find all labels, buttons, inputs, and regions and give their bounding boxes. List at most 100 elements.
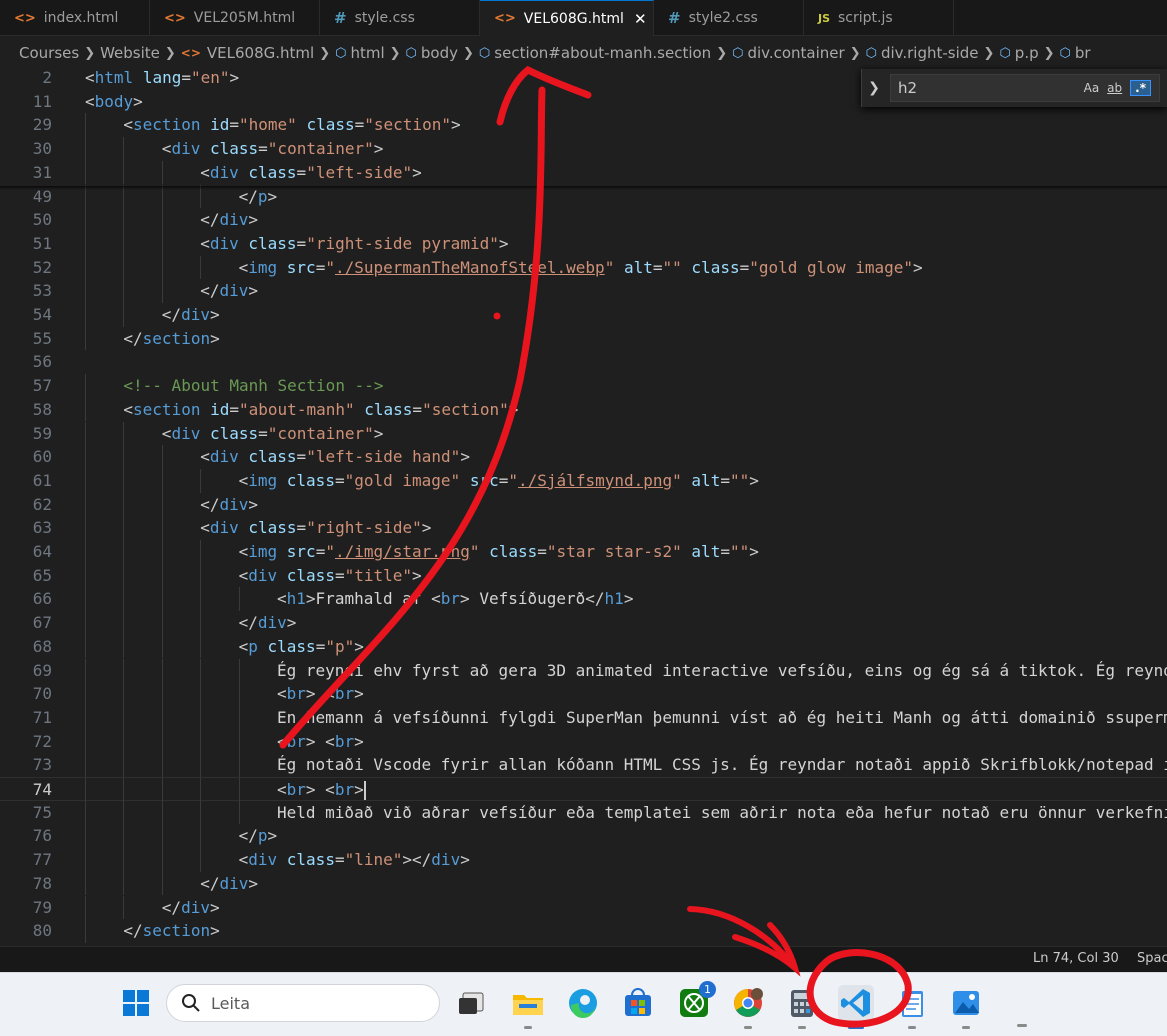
calculator-button[interactable]	[784, 985, 820, 1029]
tab-script-js[interactable]: JS script.js	[804, 0, 954, 36]
code-line[interactable]: 69 Ég reyndi ehv fyrst að gera 3D animate…	[0, 658, 1167, 683]
code-line[interactable]: 29 <section id="home" class="section">	[0, 113, 1167, 138]
code-token: =	[296, 518, 307, 538]
photos-button[interactable]	[948, 985, 984, 1029]
code-line[interactable]: 51 <div class="right-side pyramid">	[0, 231, 1167, 256]
code-token: <	[238, 636, 249, 656]
code-line[interactable]: 72 <br> <br>	[0, 729, 1167, 754]
code-line[interactable]: 64 <img src="./img/star.png" class="star …	[0, 540, 1167, 564]
code-line[interactable]: 55 </section>	[0, 326, 1167, 351]
indent-guide	[85, 729, 86, 754]
whole-word-toggle[interactable]: ab	[1107, 81, 1122, 95]
code-line[interactable]: 80 </section>	[0, 919, 1167, 943]
breadcrumb-item-website[interactable]: Website ❯	[100, 44, 181, 62]
code-line[interactable]: 76 </p>	[0, 824, 1167, 849]
code-line[interactable]: 30 <div class="container">	[0, 137, 1167, 161]
code-line[interactable]: 65 <div class="title">	[0, 563, 1167, 588]
indent-guide	[200, 824, 202, 849]
code-line[interactable]: 56	[0, 350, 1167, 374]
code-token: >	[229, 68, 240, 87]
indent-guide	[123, 516, 125, 540]
code-line[interactable]: 50 </div>	[0, 208, 1167, 232]
code-line[interactable]: 61 <img class="gold image" src="./Sjálfsm…	[0, 468, 1167, 493]
code-line[interactable]: 60 <div class="left-side hand">	[0, 445, 1167, 469]
breadcrumb-item-right-side[interactable]: ⬡ div.right-side ❯	[866, 44, 1000, 62]
code-line[interactable]: 66 <h1>Framhald af <br> Vefsíðugerð</h1>	[0, 587, 1167, 612]
code-line[interactable]: 57 <!-- About Manh Section -->	[0, 374, 1167, 398]
match-case-toggle[interactable]: Aa	[1084, 81, 1100, 95]
running-indicator	[798, 1026, 806, 1029]
code-token: >	[508, 399, 519, 419]
indent-guide	[200, 563, 202, 588]
code-line[interactable]: 58 <section id="about-manh" class="sectio…	[0, 397, 1167, 422]
breadcrumb-item-html[interactable]: ⬡ html ❯	[335, 44, 405, 62]
tab-index-html[interactable]: <> index.html	[0, 0, 150, 36]
code-line[interactable]: 62 </div>	[0, 492, 1167, 517]
code-line[interactable]: 70 <br> <br>	[0, 682, 1167, 706]
code-text: En hemann á vefsíðunni fylgdi SuperMan þ…	[277, 706, 1167, 730]
taskbar-search[interactable]: Leita	[166, 984, 440, 1022]
code-token: class	[209, 423, 259, 443]
code-line[interactable]: 54 </div>	[0, 303, 1167, 327]
vscode-button[interactable]	[838, 985, 874, 1029]
code-token: img	[248, 542, 278, 561]
code-token: =	[739, 257, 750, 277]
running-indicator	[908, 1026, 916, 1029]
xbox-button[interactable]: 1	[676, 981, 716, 1021]
start-button[interactable]	[118, 985, 154, 1021]
notepad-button[interactable]	[894, 985, 930, 1029]
indent-guide	[85, 231, 86, 256]
code-line[interactable]: 67 </div>	[0, 611, 1167, 635]
code-line[interactable]: 77 <div class="line"></div>	[0, 848, 1167, 872]
breadcrumb-item-section[interactable]: ⬡ section#about-manh.section ❯	[479, 44, 732, 62]
code-line[interactable]: 52 <img src="./SupermanTheManofSteel.webp…	[0, 255, 1167, 280]
tab-vel205m-html[interactable]: <> VEL205M.html	[150, 0, 320, 36]
code-line[interactable]: 78 </div>	[0, 871, 1167, 896]
regex-toggle[interactable]: .*	[1130, 80, 1151, 96]
tab-vel608g-html[interactable]: <> VEL608G.html ✕	[480, 0, 654, 36]
code-line[interactable]: 31 <div class="left-side">	[0, 160, 1167, 185]
code-line[interactable]: 73 Ég notaði Vscode fyrir allan kóðann HT…	[0, 753, 1167, 777]
code-line[interactable]: 63 <div class="right-side">	[0, 516, 1167, 540]
line-number: 57	[32, 376, 52, 396]
breadcrumb-item-br[interactable]: ⬡ br	[1060, 44, 1091, 62]
edge-button[interactable]	[565, 985, 601, 1021]
breadcrumb-item-file[interactable]: <> VEL608G.html ❯	[181, 44, 335, 62]
code-line[interactable]: 53 </div>	[0, 279, 1167, 303]
chrome-button[interactable]	[730, 985, 766, 1029]
find-input[interactable]: h2 Aa ab .*	[890, 74, 1160, 102]
store-button[interactable]	[620, 985, 656, 1021]
close-icon[interactable]: ✕	[634, 10, 647, 28]
indent-guide	[161, 587, 163, 612]
breadcrumb-item-p[interactable]: ⬡ p.p ❯	[999, 44, 1059, 62]
line-number: 50	[32, 210, 52, 230]
breadcrumb-item-container[interactable]: ⬡ div.container ❯	[732, 44, 866, 62]
code-token: h1	[604, 589, 624, 609]
indent-guide	[85, 279, 86, 303]
code-line[interactable]: 79 </div>	[0, 895, 1167, 920]
code-token: <	[200, 162, 210, 182]
tab-style2-css[interactable]: # style2.css	[654, 0, 804, 36]
code-text: Ég notaði Vscode fyrir allan kóðann HTML…	[277, 753, 1167, 777]
code-token: "section"	[422, 399, 509, 419]
code-line[interactable]: 71 En hemann á vefsíðunni fylgdi SuperMan…	[0, 705, 1167, 730]
indent-guide	[123, 705, 125, 730]
file-explorer-button[interactable]	[510, 985, 546, 1029]
breadcrumb-item-courses[interactable]: Courses ❯	[19, 44, 100, 62]
code-line[interactable]: 75 Held miðað við aðrar vefsíður eða temp…	[0, 800, 1167, 825]
breadcrumb-item-body[interactable]: ⬡ body ❯	[406, 44, 479, 62]
code-editor[interactable]: 2 <html lang="en"> 11 <body> 29 <section id="…	[0, 66, 1167, 946]
code-line[interactable]: 74 <br> <br>	[0, 777, 1167, 802]
code-line[interactable]: 59 <div class="container">	[0, 421, 1167, 446]
task-view-button[interactable]	[454, 985, 490, 1021]
tab-style-css[interactable]: # style.css	[320, 0, 480, 36]
code-token: alt	[623, 257, 653, 277]
indentation-status[interactable]: Spac	[1137, 951, 1167, 966]
cursor-position[interactable]: Ln 74, Col 30	[1033, 951, 1119, 966]
chevron-right-icon: ❯	[389, 45, 401, 61]
code-line[interactable]: 68 <p class="p">	[0, 634, 1167, 659]
chevron-right-icon[interactable]: ❯	[862, 80, 886, 96]
indent-guide	[123, 255, 125, 280]
